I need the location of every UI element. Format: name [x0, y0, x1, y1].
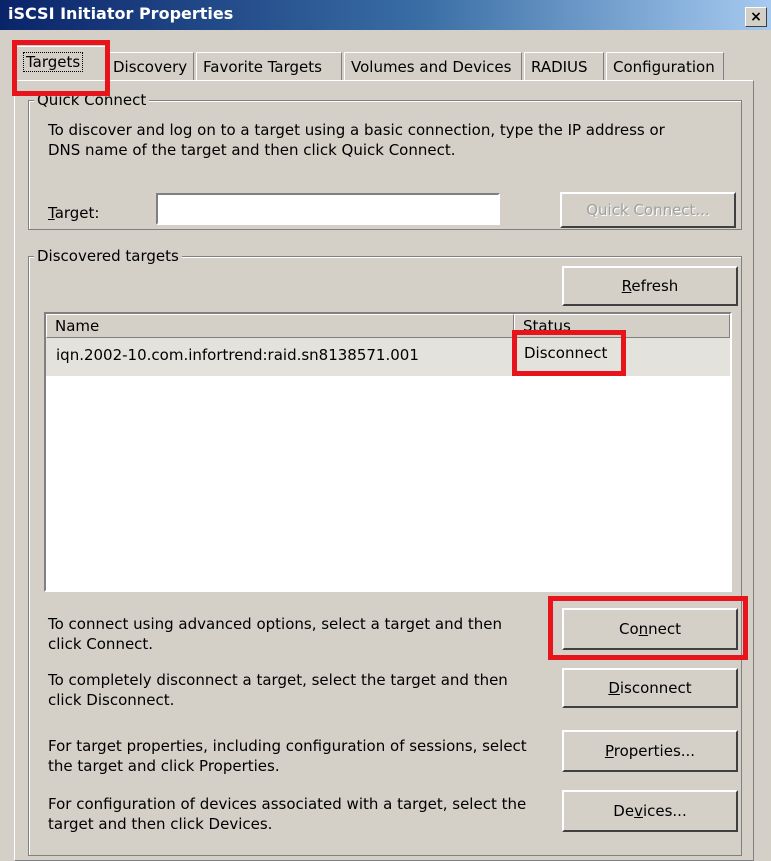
tab-configuration-label: Configuration: [613, 58, 715, 76]
tab-volumes-label: Volumes and Devices: [351, 58, 512, 76]
quick-connect-description: To discover and log on to a target using…: [48, 121, 665, 159]
devices-description: For configuration of devices associated …: [48, 795, 527, 833]
tab-discovery[interactable]: Discovery: [106, 52, 194, 80]
window-title: iSCSI Initiator Properties: [8, 4, 234, 23]
close-icon: ×: [750, 9, 762, 25]
column-header-name[interactable]: Name: [46, 314, 514, 338]
connect-description: To connect using advanced options, selec…: [48, 615, 503, 653]
disconnect-button[interactable]: Disconnect: [562, 668, 738, 708]
discovered-targets-legend: Discovered targets: [34, 247, 182, 265]
target-name-cell: iqn.2002-10.com.infortrend:raid.sn813857…: [56, 346, 419, 364]
target-input[interactable]: [156, 193, 500, 225]
tab-volumes-and-devices[interactable]: Volumes and Devices: [344, 52, 522, 80]
refresh-button[interactable]: Refresh: [562, 266, 738, 306]
title-bar: iSCSI Initiator Properties: [0, 0, 771, 30]
devices-button[interactable]: Devices...: [562, 790, 738, 832]
properties-button[interactable]: Properties...: [562, 730, 738, 772]
targets-list[interactable]: Name Status iqn.2002-10.com.infortrend:r…: [44, 312, 732, 592]
tab-radius[interactable]: RADIUS: [524, 52, 604, 80]
tab-favorite-targets-label: Favorite Targets: [203, 58, 322, 76]
highlight-status-cell: [512, 330, 626, 376]
target-label: Target:: [48, 204, 100, 222]
properties-description: For target properties, including configu…: [48, 737, 527, 775]
tab-favorite-targets[interactable]: Favorite Targets: [196, 52, 342, 80]
quick-connect-button[interactable]: Quick Connect...: [560, 192, 736, 228]
disconnect-description: To completely disconnect a target, selec…: [48, 671, 508, 709]
tab-configuration[interactable]: Configuration: [606, 52, 724, 80]
tab-discovery-label: Discovery: [113, 58, 188, 76]
close-button[interactable]: ×: [745, 7, 767, 27]
table-row[interactable]: iqn.2002-10.com.infortrend:raid.sn813857…: [46, 338, 730, 376]
tab-radius-label: RADIUS: [531, 58, 588, 76]
highlight-targets-tab: [12, 40, 110, 96]
highlight-connect-button: [548, 596, 748, 660]
